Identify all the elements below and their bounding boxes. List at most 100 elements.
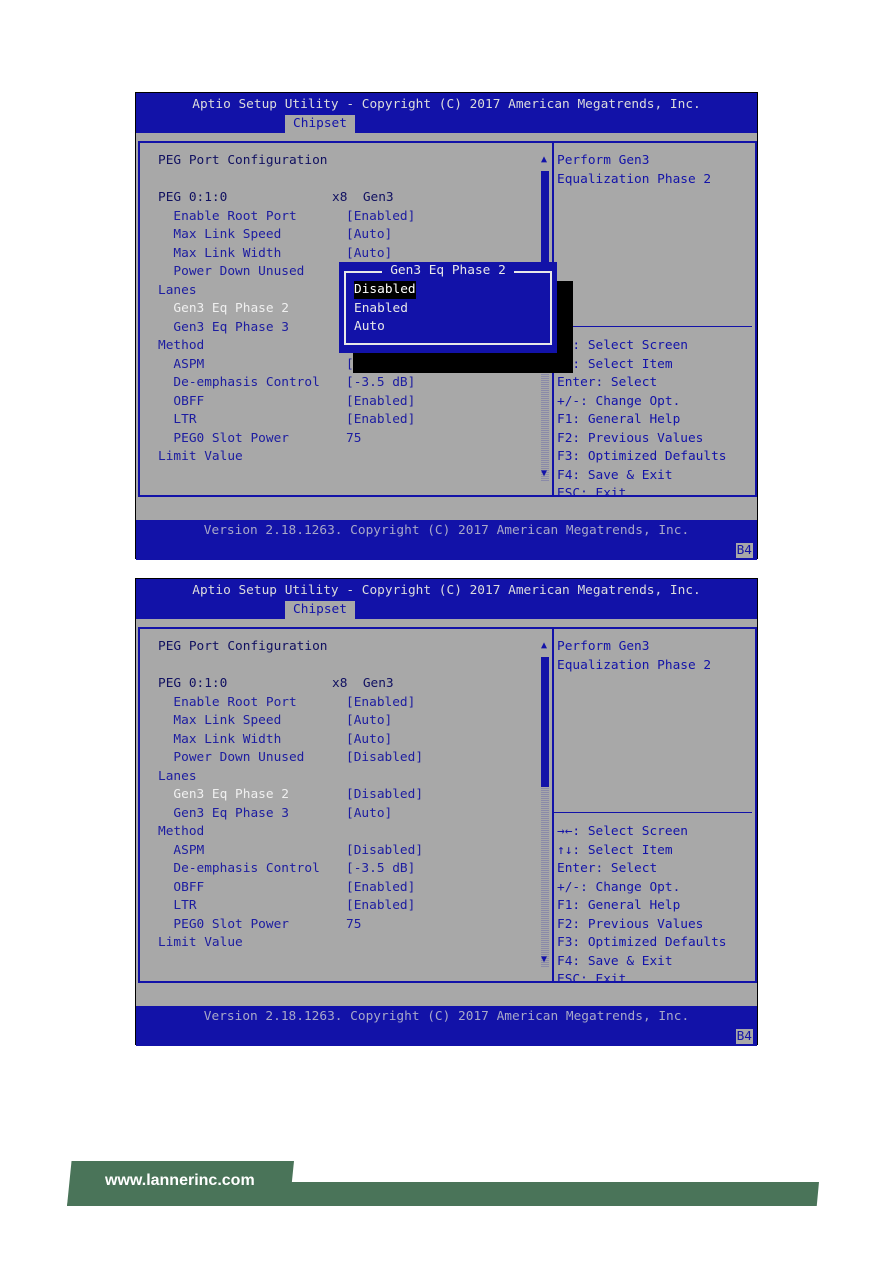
setting-label[interactable]: Enable Root Port — [158, 208, 296, 226]
setting-label[interactable]: Power Down Unused — [158, 263, 304, 281]
popup-title: Gen3 Eq Phase 2 — [339, 263, 557, 278]
key-help-item: Enter: Select — [557, 861, 658, 876]
scroll-up-arrow-icon[interactable]: ▲ — [541, 154, 547, 165]
setting-label: PEG 0:1:0 — [158, 190, 228, 205]
scroll-up-arrow-icon[interactable]: ▲ — [541, 640, 547, 651]
setting-label[interactable]: ASPM — [158, 842, 204, 860]
setting-value[interactable]: [Disabled] — [346, 842, 423, 860]
tab-chipset[interactable]: Chipset — [285, 115, 355, 133]
setting-label[interactable]: Gen3 Eq Phase 3 — [158, 805, 289, 823]
setting-value[interactable]: [Enabled] — [346, 393, 415, 411]
key-help-item: →←: Select Screen — [557, 338, 688, 353]
setting-value[interactable]: [-3.5 dB] — [346, 860, 415, 878]
popup-title-text: Gen3 Eq Phase 2 — [382, 263, 514, 278]
popup-option[interactable]: Enabled — [354, 300, 408, 318]
setting-label[interactable]: Gen3 Eq Phase 2 — [158, 786, 289, 804]
setting-value[interactable]: 75 — [346, 430, 361, 448]
popup-option[interactable]: Disabled — [354, 281, 416, 299]
setting-value[interactable]: [Auto] — [346, 712, 392, 730]
post-code: B4 — [735, 543, 753, 558]
setting-value[interactable]: [Auto] — [346, 805, 392, 823]
setting-value: x8 Gen3 — [332, 190, 394, 205]
bios-footer: Version 2.18.1263. Copyright (C) 2017 Am… — [136, 520, 757, 560]
setting-label: PEG Port Configuration — [158, 153, 328, 168]
setting-label[interactable]: ASPM — [158, 356, 204, 374]
bios-screen: Aptio Setup Utility - Copyright (C) 2017… — [135, 92, 758, 560]
setting-value: x8 Gen3 — [332, 676, 394, 691]
setting-value[interactable]: [Auto] — [346, 731, 392, 749]
help-text: Equalization Phase 2 — [557, 657, 712, 673]
bios-screen: Aptio Setup Utility - Copyright (C) 2017… — [135, 578, 758, 1046]
key-help-item: Enter: Select — [557, 375, 658, 390]
setting-label[interactable]: Enable Root Port — [158, 694, 296, 712]
key-help-item: F1: General Help — [557, 412, 681, 427]
key-help-item: F2: Previous Values — [557, 916, 704, 932]
setting-label[interactable]: De-emphasis Control — [158, 860, 319, 878]
setting-value[interactable]: [-3.5 dB] — [346, 374, 415, 392]
key-help-item: F4: Save & Exit — [557, 953, 673, 969]
bios-title: Aptio Setup Utility - Copyright (C) 2017… — [192, 583, 701, 598]
popup-option[interactable]: Auto — [354, 318, 385, 336]
key-help-item: F3: Optimized Defaults — [557, 449, 727, 464]
key-help-item: F4: Save & Exit — [557, 467, 673, 483]
setting-label[interactable]: Lanes — [158, 768, 197, 786]
setting-label[interactable]: LTR — [158, 411, 196, 429]
bios-title: Aptio Setup Utility - Copyright (C) 2017… — [192, 97, 701, 112]
setting-label[interactable]: OBFF — [158, 879, 204, 897]
setting-value[interactable]: [Enabled] — [346, 208, 415, 226]
setting-value[interactable]: [Enabled] — [346, 879, 415, 897]
setting-label[interactable]: Max Link Speed — [158, 226, 281, 244]
key-help-item: ESC: Exit — [557, 972, 627, 987]
setting-label[interactable]: De-emphasis Control — [158, 374, 319, 392]
setting-label[interactable]: PEG0 Slot Power — [158, 916, 289, 934]
version-text: Version 2.18.1263. Copyright (C) 2017 Am… — [203, 1009, 690, 1024]
setting-label[interactable]: PEG0 Slot Power — [158, 430, 289, 448]
post-code: B4 — [735, 1029, 753, 1044]
setting-value[interactable]: [Auto] — [346, 226, 392, 244]
setting-label[interactable]: Method — [158, 337, 204, 355]
setting-value[interactable]: [Enabled] — [346, 694, 415, 712]
setting-label[interactable]: Gen3 Eq Phase 2 — [158, 300, 289, 318]
setting-label[interactable]: Max Link Width — [158, 245, 281, 263]
key-help-item: +/-: Change Opt. — [557, 879, 681, 895]
setting-label[interactable]: OBFF — [158, 393, 204, 411]
option-popup: Gen3 Eq Phase 2 Disabled Enabled Auto — [339, 262, 557, 353]
key-help-item: ESC: Exit — [557, 486, 627, 501]
scroll-down-arrow-icon[interactable]: ▼ — [541, 954, 547, 965]
scrollbar[interactable] — [541, 657, 549, 967]
help-text: Equalization Phase 2 — [557, 171, 712, 187]
setting-value[interactable]: 75 — [346, 916, 361, 934]
setting-label[interactable]: Power Down Unused — [158, 749, 304, 767]
setting-label[interactable]: Limit Value — [158, 448, 243, 466]
setting-value[interactable]: [Enabled] — [346, 411, 415, 429]
setting-value[interactable]: [Disabled] — [346, 749, 423, 767]
setting-label[interactable]: LTR — [158, 897, 196, 915]
key-help-item: +/-: Change Opt. — [557, 393, 681, 409]
setting-value[interactable]: [Disabled] — [346, 786, 423, 804]
help-divider — [554, 326, 752, 327]
setting-label: PEG 0:1:0 — [158, 676, 228, 691]
setting-label[interactable]: Limit Value — [158, 934, 243, 952]
help-text: Perform Gen3 — [557, 153, 650, 168]
setting-value[interactable]: [Auto] — [346, 245, 392, 263]
bios-header: Aptio Setup Utility - Copyright (C) 2017… — [136, 93, 757, 133]
key-help-item: ↑↓: Select Item — [557, 356, 673, 372]
setting-label: PEG Port Configuration — [158, 639, 328, 654]
key-help-item: ↑↓: Select Item — [557, 842, 673, 858]
setting-label[interactable]: Gen3 Eq Phase 3 — [158, 319, 289, 337]
scroll-down-arrow-icon[interactable]: ▼ — [541, 468, 547, 479]
scrollbar-thumb[interactable] — [541, 657, 549, 787]
setting-label[interactable]: Lanes — [158, 282, 197, 300]
setting-label[interactable]: Max Link Speed — [158, 712, 281, 730]
setting-label[interactable]: Method — [158, 823, 204, 841]
help-divider — [554, 812, 752, 813]
website-url: www.lannerinc.com — [105, 1172, 255, 1189]
key-help-item: F3: Optimized Defaults — [557, 935, 727, 950]
setting-label[interactable]: Max Link Width — [158, 731, 281, 749]
tab-chipset[interactable]: Chipset — [285, 601, 355, 619]
key-help-item: →←: Select Screen — [557, 824, 688, 839]
help-text: Perform Gen3 — [557, 639, 650, 654]
setting-value[interactable]: [Enabled] — [346, 897, 415, 915]
bios-header: Aptio Setup Utility - Copyright (C) 2017… — [136, 579, 757, 619]
key-help-item: F1: General Help — [557, 898, 681, 913]
